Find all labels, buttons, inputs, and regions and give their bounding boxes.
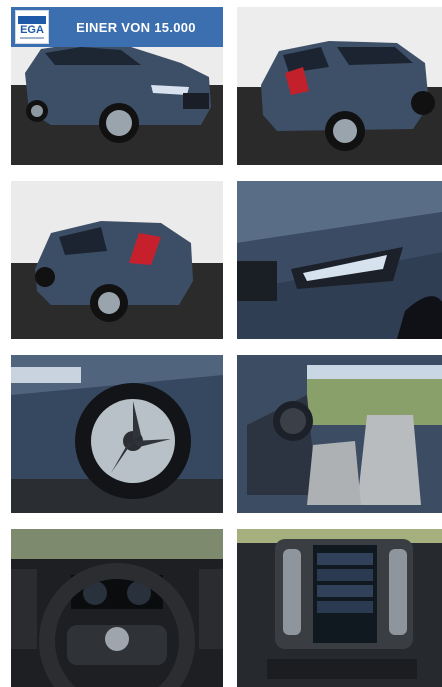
photo-tile-rear-right[interactable] — [237, 7, 442, 165]
photo-tile-rear-left[interactable] — [11, 181, 223, 339]
promo-banner: EGA EINER VON 15.000 — [11, 7, 223, 47]
logo-top-bar — [18, 15, 46, 24]
ega-logo: EGA — [15, 10, 49, 44]
car-rear-left-photo — [11, 181, 223, 339]
photo-tile-wheel[interactable] — [11, 355, 223, 513]
photo-tile-front-left[interactable]: EGA EINER VON 15.000 — [11, 7, 223, 165]
photo-tile-infotainment[interactable] — [237, 529, 442, 687]
photo-gallery: EGA EINER VON 15.000 — [11, 7, 442, 687]
photo-tile-steering-wheel[interactable] — [11, 529, 223, 687]
photo-tile-seats[interactable] — [237, 355, 442, 513]
logo-text: EGA — [20, 23, 44, 36]
promo-headline: EINER VON 15.000 — [76, 19, 196, 35]
front-seats-photo — [237, 355, 442, 513]
headlight-detail-photo — [237, 181, 442, 339]
wheel-detail-photo — [11, 355, 223, 513]
car-rear-right-photo — [237, 7, 442, 165]
photo-tile-headlight[interactable] — [237, 181, 442, 339]
infotainment-photo — [237, 529, 442, 687]
logo-line — [20, 36, 44, 39]
steering-wheel-photo — [11, 529, 223, 687]
